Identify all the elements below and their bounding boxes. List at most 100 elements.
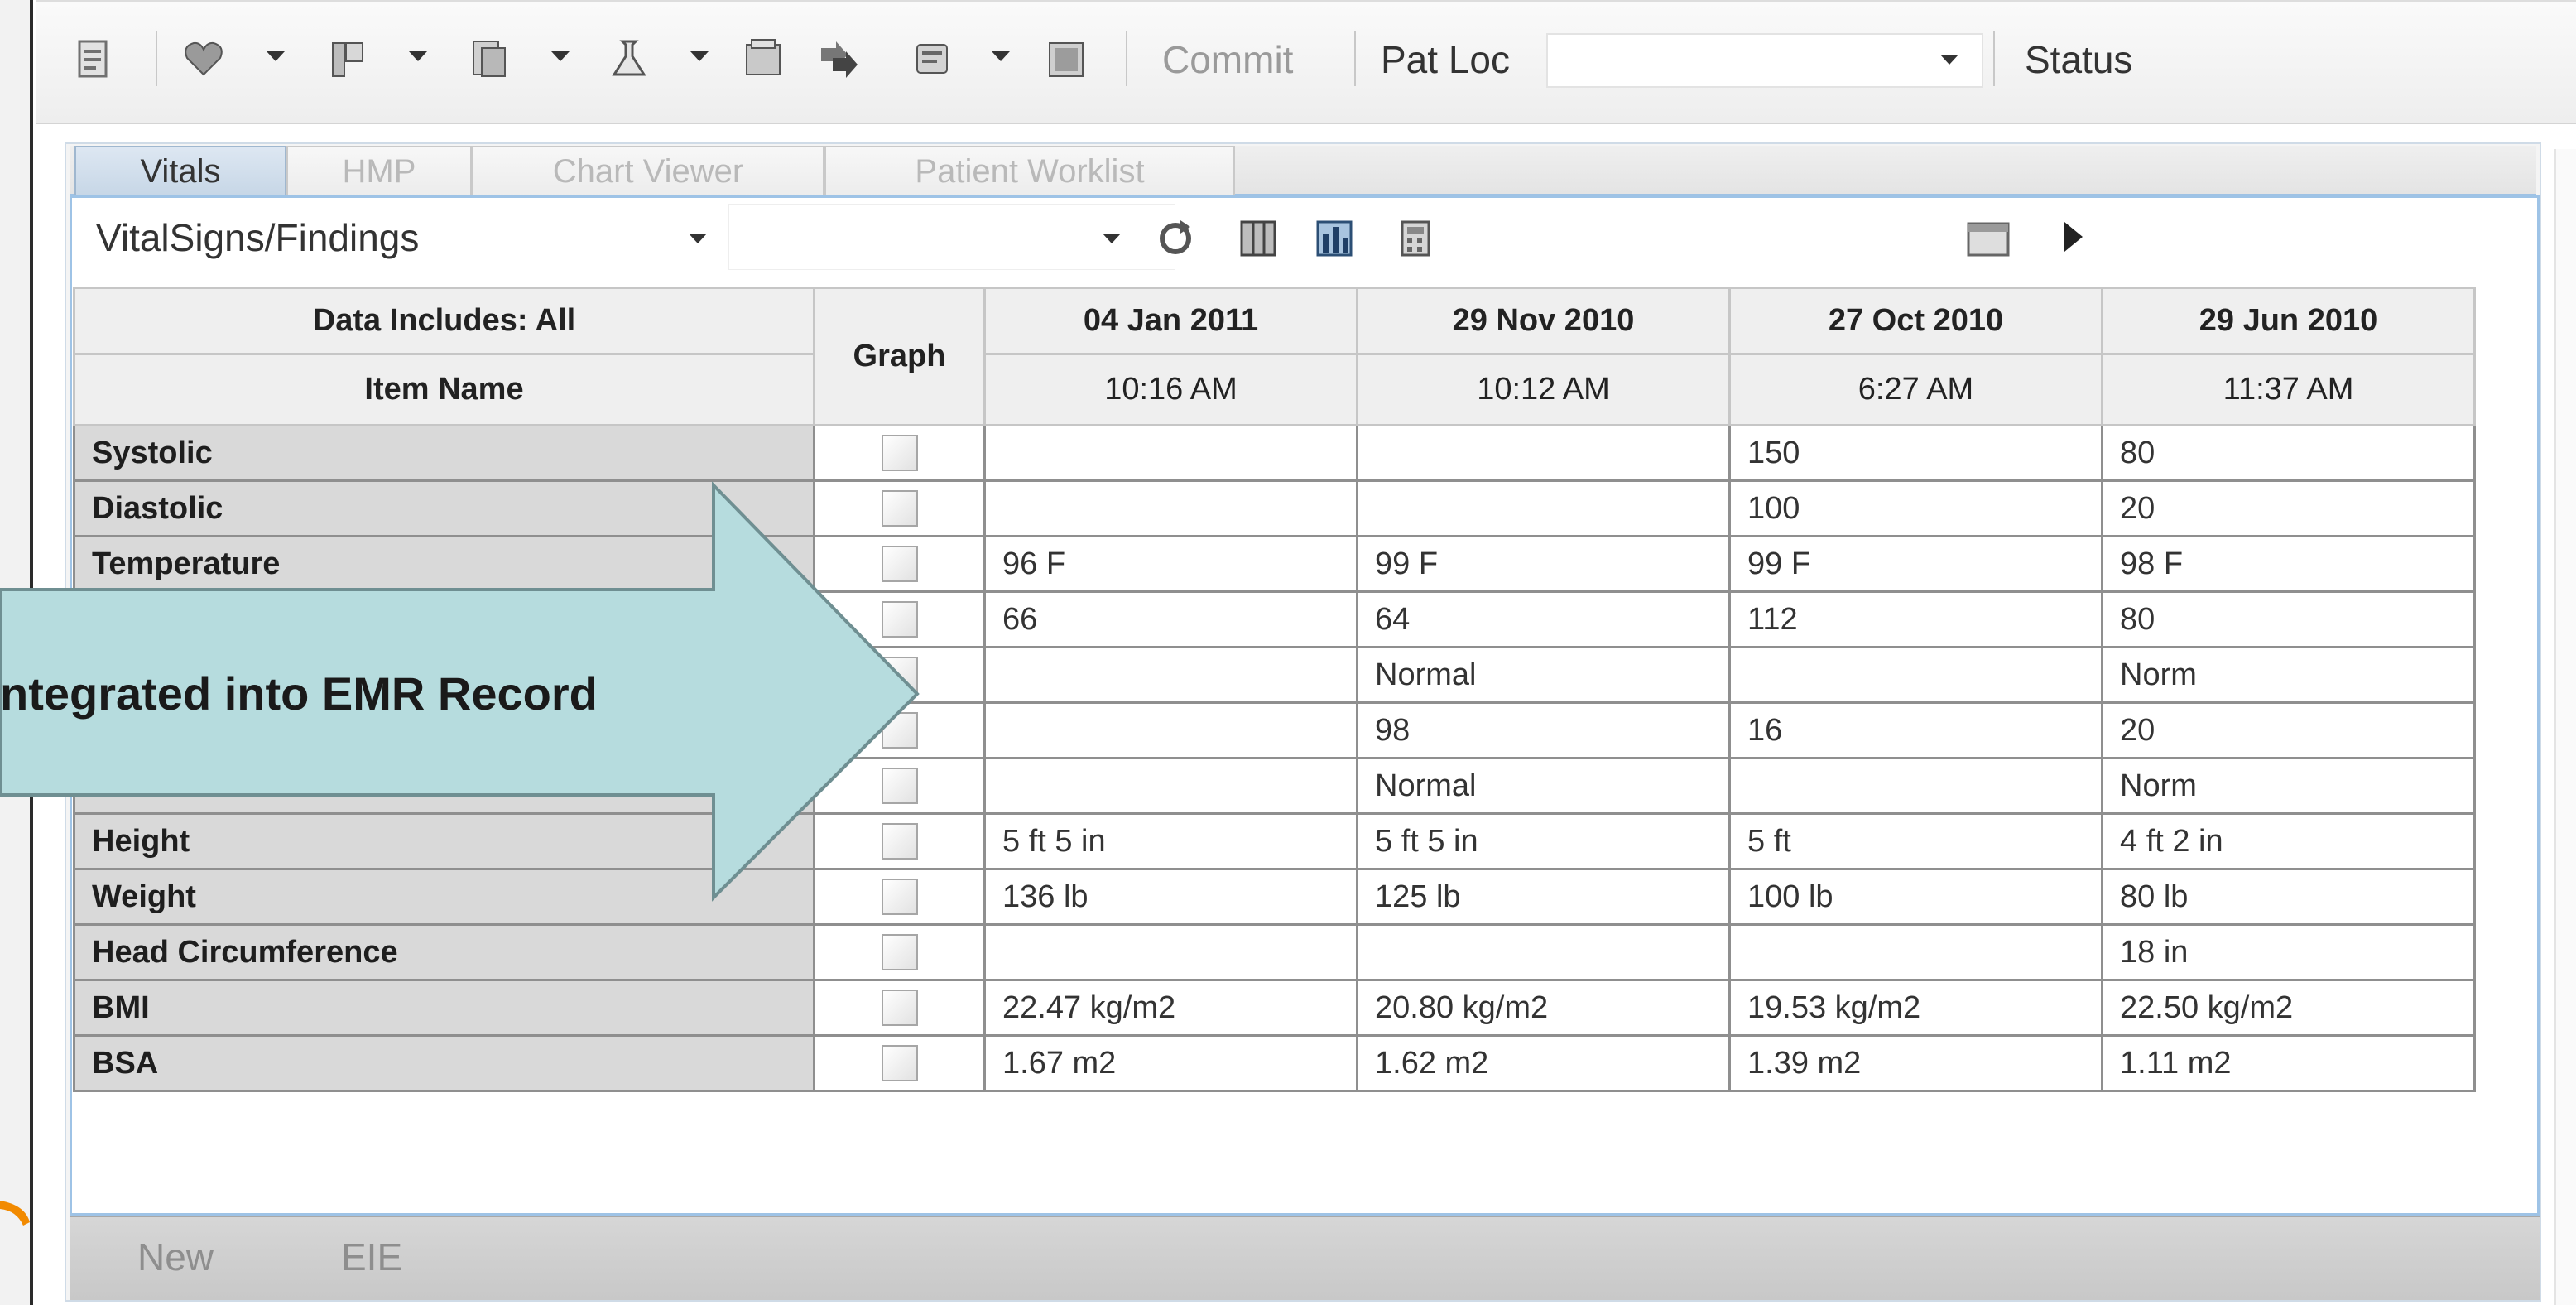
vitals-dropdown-icon[interactable]	[409, 51, 427, 61]
notes-dropdown-icon[interactable]	[551, 51, 570, 61]
value-cell[interactable]: 100 lb	[1728, 868, 2103, 926]
view-dropdown-icon[interactable]	[689, 234, 707, 243]
value-cell[interactable]: 1.11 m2	[2101, 1034, 2476, 1092]
value-cell[interactable]: Norm	[2101, 757, 2476, 815]
value-cell[interactable]: 1.39 m2	[1728, 1034, 2103, 1092]
value-cell[interactable]: 80	[2101, 590, 2476, 648]
orders-dropdown-icon[interactable]	[992, 51, 1010, 61]
graph-checkbox[interactable]	[881, 990, 918, 1027]
notes-icon[interactable]	[467, 36, 510, 81]
value-cell[interactable]: 98 F	[2101, 535, 2476, 593]
value-cell[interactable]	[983, 923, 1358, 981]
column-date[interactable]: 04 Jan 2011	[983, 287, 1358, 355]
column-time[interactable]: 10:16 AM	[983, 353, 1358, 426]
value-cell[interactable]: 98	[1356, 701, 1731, 759]
eie-button[interactable]: EIE	[341, 1232, 402, 1282]
graph-column-header: Graph	[813, 287, 986, 426]
table-row[interactable]: BMI 22.47 kg/m2 20.80 kg/m2 19.53 kg/m2 22.5…	[73, 979, 2476, 1037]
value-cell[interactable]: 64	[1356, 590, 1731, 648]
value-cell[interactable]: 5 ft	[1728, 812, 2103, 870]
tab-patient-worklist[interactable]: Patient Worklist	[824, 146, 1235, 197]
document-icon[interactable]	[71, 36, 114, 81]
value-cell[interactable]: 96 F	[983, 535, 1358, 593]
tab-hmp[interactable]: HMP	[286, 146, 472, 197]
report-icon[interactable]	[1045, 36, 1088, 81]
column-time[interactable]: 6:27 AM	[1728, 353, 2103, 426]
value-cell[interactable]: 20.80 kg/m2	[1356, 979, 1731, 1037]
value-cell[interactable]	[983, 757, 1358, 815]
value-cell[interactable]: 112	[1728, 590, 2103, 648]
column-time[interactable]: 11:37 AM	[2101, 353, 2476, 426]
graph-checkbox[interactable]	[881, 934, 918, 971]
value-cell[interactable]: 18 in	[2101, 923, 2476, 981]
value-cell[interactable]: 4 ft 2 in	[2101, 812, 2476, 870]
column-time[interactable]: 10:12 AM	[1356, 353, 1731, 426]
value-cell[interactable]: Normal	[1356, 757, 1731, 815]
commit-button[interactable]: Commit	[1162, 33, 1293, 86]
heart-icon[interactable]	[182, 36, 225, 81]
new-button[interactable]: New	[137, 1232, 214, 1282]
grid-toolbar	[1175, 204, 2533, 277]
value-cell[interactable]: 5 ft 5 in	[1356, 812, 1731, 870]
records-icon[interactable]	[742, 36, 785, 81]
value-cell[interactable]: 99 F	[1356, 535, 1731, 593]
value-cell[interactable]	[983, 646, 1358, 704]
lab-icon[interactable]	[608, 36, 651, 81]
columns-icon[interactable]	[1238, 217, 1278, 260]
graph-checkbox[interactable]	[881, 435, 918, 472]
refresh-icon[interactable]	[1156, 217, 1195, 260]
value-cell[interactable]: 80 lb	[2101, 868, 2476, 926]
patloc-dropdown-icon[interactable]	[1940, 55, 1958, 65]
forward-icon[interactable]	[818, 36, 861, 81]
value-cell[interactable]: 80	[2101, 424, 2476, 482]
value-cell[interactable]: 22.50 kg/m2	[2101, 979, 2476, 1037]
vitals-icon[interactable]	[326, 36, 369, 81]
value-cell[interactable]: 16	[1728, 701, 2103, 759]
patloc-select[interactable]	[1546, 33, 1983, 88]
table-row[interactable]: BSA 1.67 m2 1.62 m2 1.39 m2 1.11 m2	[73, 1034, 2476, 1092]
value-cell[interactable]: 125 lb	[1356, 868, 1731, 926]
value-cell[interactable]: 99 F	[1728, 535, 2103, 593]
column-date[interactable]: 29 Nov 2010	[1356, 287, 1731, 355]
value-cell[interactable]: 5 ft 5 in	[983, 812, 1358, 870]
value-cell[interactable]	[983, 479, 1358, 537]
item-name-header[interactable]: Item Name	[73, 353, 815, 426]
graph-icon[interactable]	[1314, 217, 1354, 260]
play-icon[interactable]	[2064, 222, 2083, 252]
tab-chart-viewer[interactable]: Chart Viewer	[472, 146, 824, 197]
value-cell[interactable]: Norm	[2101, 646, 2476, 704]
value-cell[interactable]	[983, 424, 1358, 482]
data-includes-label[interactable]: Data Includes: All	[73, 287, 815, 355]
heart-dropdown-icon[interactable]	[267, 51, 285, 61]
value-cell[interactable]: 66	[983, 590, 1358, 648]
value-cell[interactable]	[1356, 479, 1731, 537]
value-cell[interactable]: 1.62 m2	[1356, 1034, 1731, 1092]
value-cell[interactable]: 19.53 kg/m2	[1728, 979, 2103, 1037]
value-cell[interactable]: 22.47 kg/m2	[983, 979, 1358, 1037]
table-row[interactable]: Head Circumference 18 in	[73, 923, 2476, 981]
value-cell[interactable]	[1728, 646, 2103, 704]
value-cell[interactable]: 1.67 m2	[983, 1034, 1358, 1092]
value-cell[interactable]: 100	[1728, 479, 2103, 537]
column-date[interactable]: 27 Oct 2010	[1728, 287, 2103, 355]
value-cell[interactable]	[983, 701, 1358, 759]
table-row[interactable]: Systolic 150 80	[73, 424, 2476, 482]
lab-dropdown-icon[interactable]	[690, 51, 709, 61]
graph-checkbox[interactable]	[881, 1045, 918, 1082]
orders-icon[interactable]	[911, 36, 954, 81]
value-cell[interactable]: 20	[2101, 479, 2476, 537]
value-cell[interactable]	[1728, 923, 2103, 981]
calendar-icon[interactable]	[1963, 217, 2013, 260]
column-date[interactable]: 29 Jun 2010	[2101, 287, 2476, 355]
value-cell[interactable]	[1356, 424, 1731, 482]
value-cell[interactable]	[1728, 757, 2103, 815]
value-cell[interactable]: 150	[1728, 424, 2103, 482]
value-cell[interactable]: Normal	[1356, 646, 1731, 704]
toolbar-separator	[1354, 31, 1356, 86]
calculator-icon[interactable]	[1396, 217, 1435, 260]
value-cell[interactable]: 136 lb	[983, 868, 1358, 926]
value-cell[interactable]: 20	[2101, 701, 2476, 759]
value-cell[interactable]	[1356, 923, 1731, 981]
filter-dropdown-icon[interactable]	[1103, 234, 1121, 243]
tab-vitals[interactable]: Vitals	[74, 146, 286, 197]
